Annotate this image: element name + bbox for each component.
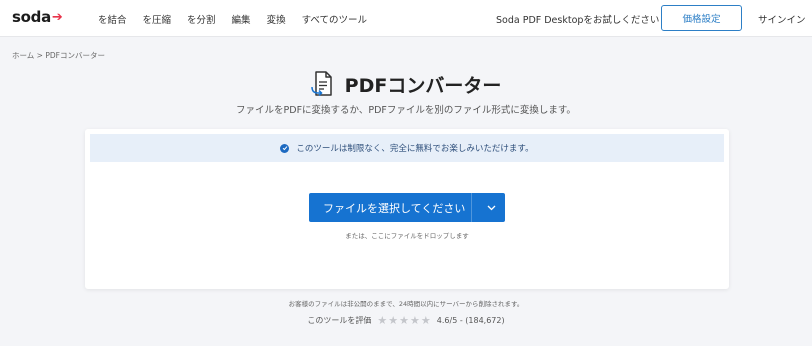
star-icon[interactable]: ★ — [388, 315, 398, 326]
upload-card: このツールは制限なく、完全に無料でお楽しみいただけます。 ファイルを選択してくだ… — [85, 129, 729, 289]
rating-value: 4.6/5 - (184,672) — [436, 316, 505, 325]
breadcrumb[interactable]: ホーム > PDFコンバーター — [12, 50, 105, 61]
star-icon[interactable]: ★ — [410, 315, 420, 326]
try-desktop-link[interactable]: Soda PDF Desktopをお試しください — [496, 12, 659, 26]
nav-merge[interactable]: を結合 — [98, 12, 127, 26]
star-icon[interactable]: ★ — [421, 315, 431, 326]
signin-link[interactable]: サインイン — [758, 12, 806, 26]
star-icon[interactable]: ★ — [399, 315, 409, 326]
check-circle-icon — [280, 143, 290, 153]
privacy-note: お客様のファイルは非公開のままで、24時間以内にサーバーから削除されます。 — [288, 300, 524, 308]
arrow-right-icon: ➔ — [51, 9, 63, 25]
free-notice-banner: このツールは制限なく、完全に無料でお楽しみいただけます。 — [90, 134, 724, 162]
pricing-button[interactable]: 価格設定 — [661, 5, 742, 31]
rating-stars[interactable]: ★ ★ ★ ★ ★ — [377, 315, 430, 326]
drop-hint: または、ここにファイルをドロップします — [345, 232, 469, 240]
star-icon[interactable]: ★ — [377, 315, 387, 326]
nav-all-tools[interactable]: すべてのツール — [302, 12, 367, 26]
document-convert-icon — [310, 71, 332, 97]
notice-text: このツールは制限なく、完全に無料でお楽しみいただけます。 — [296, 144, 534, 154]
title-row: PDFコンバーター — [0, 70, 812, 98]
button-divider — [471, 193, 472, 222]
nav-split[interactable]: を分割 — [187, 12, 216, 26]
top-navbar: soda ➔ を結合 を圧縮 を分割 編集 変換 すべてのツール Soda PD… — [0, 0, 812, 37]
page-subtitle: ファイルをPDFに変換するか、PDFファイルを別のファイル形式に変換します。 — [236, 105, 576, 116]
nav-edit[interactable]: 編集 — [232, 12, 251, 26]
choose-file-button[interactable]: ファイルを選択してください — [309, 193, 505, 222]
rating-row: このツールを評価 ★ ★ ★ ★ ★ 4.6/5 - (184,672) — [0, 315, 812, 326]
choose-file-label: ファイルを選択してください — [323, 202, 466, 215]
chevron-down-icon[interactable] — [477, 193, 505, 222]
nav-compress[interactable]: を圧縮 — [143, 12, 172, 26]
main-nav: を結合 を圧縮 を分割 編集 変換 すべてのツール — [98, 12, 383, 26]
rate-tool-label: このツールを評価 — [307, 316, 372, 325]
logo-text: soda — [12, 8, 51, 26]
page-title: PDFコンバーター — [344, 74, 502, 97]
nav-convert[interactable]: 変換 — [267, 12, 286, 26]
soda-logo[interactable]: soda ➔ — [12, 8, 63, 26]
